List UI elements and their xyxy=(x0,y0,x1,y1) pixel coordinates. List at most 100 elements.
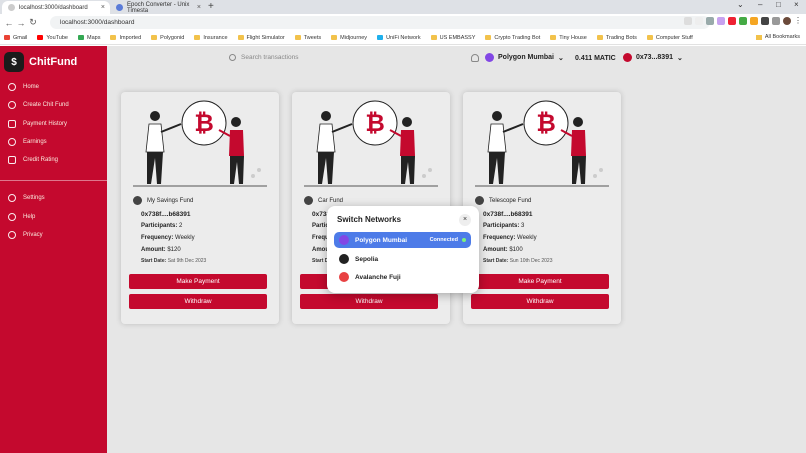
sidebar-item-payment-history[interactable]: Payment History xyxy=(8,120,67,128)
folder-icon xyxy=(430,35,437,40)
search-icon xyxy=(229,54,236,61)
epoch-icon xyxy=(116,4,123,11)
close-icon[interactable]: × xyxy=(459,214,471,226)
bookmark-crypto-trading-bot[interactable]: Crypto Trading Bot xyxy=(485,35,540,41)
bell-icon[interactable] xyxy=(471,54,479,62)
sidebar-item-privacy[interactable]: Privacy xyxy=(8,231,43,239)
close-icon[interactable]: × xyxy=(197,4,201,11)
extension-icon[interactable] xyxy=(739,17,747,25)
sidebar-item-home[interactable]: Home xyxy=(8,83,39,91)
connected-label: Connected xyxy=(429,237,458,243)
amount-row: Amount: $120 xyxy=(141,247,181,253)
new-tab-icon[interactable]: + xyxy=(208,1,214,12)
menu-icon[interactable]: ⋮ xyxy=(794,17,802,25)
address-bar: ← → ↻ localhost:3000/dashboard ⋮ xyxy=(0,14,806,31)
search-input[interactable]: Search transactions xyxy=(241,54,298,61)
all-bookmarks[interactable]: All Bookmarks xyxy=(755,34,800,40)
earnings-icon xyxy=(8,138,16,146)
close-window-icon[interactable]: × xyxy=(794,0,799,9)
brand[interactable]: $ ChitFund xyxy=(4,52,77,72)
network-switch-button[interactable]: Polygon Mumbai ⌄ xyxy=(485,53,564,62)
sidebar-item-help[interactable]: Help xyxy=(8,213,35,221)
fund-header: Telescope Fund xyxy=(475,196,531,205)
maximize-icon[interactable]: □ xyxy=(776,0,781,9)
svg-text:₿: ₿ xyxy=(194,109,214,137)
sidebar-item-earnings[interactable]: Earnings xyxy=(8,138,47,146)
bookmark-imported[interactable]: Imported xyxy=(110,35,141,41)
extension-icon[interactable] xyxy=(706,17,714,25)
bookmark-polygonid[interactable]: Polygonid xyxy=(151,35,184,41)
profile-avatar[interactable] xyxy=(783,17,791,25)
bookmark-flight-simulator[interactable]: Flight Simulator xyxy=(237,35,285,41)
make-payment-button[interactable]: Make Payment xyxy=(471,274,609,289)
metamask-icon[interactable] xyxy=(750,17,758,25)
start-date-row: Start Date: Sat 9th Dec 2023 xyxy=(141,258,207,264)
bookmarks-bar: Gmail YouTube Maps Imported Polygonid In… xyxy=(0,31,806,45)
user-icon xyxy=(475,196,484,205)
fund-address: 0x738f....b68391 xyxy=(141,211,191,218)
participants-row: Participants: 3 xyxy=(483,223,525,229)
fund-header: My Savings Fund xyxy=(133,196,193,205)
chevron-down-icon[interactable]: ⌄ xyxy=(737,0,744,9)
rating-icon xyxy=(8,156,16,164)
extensions: ⋮ xyxy=(684,17,802,25)
account-button[interactable]: 0x73...8391 ⌄ xyxy=(623,53,683,62)
connected-dot-icon xyxy=(462,238,466,242)
maps-icon xyxy=(78,35,84,40)
bookmark-insurance[interactable]: Insurance xyxy=(194,35,228,41)
reload-icon[interactable]: ↻ xyxy=(27,17,39,28)
fund-header: Car Fund xyxy=(304,196,343,205)
bookmark-unifi[interactable]: UniFi Network xyxy=(377,35,421,41)
browser-tab[interactable]: localhost:3000/dashboard × xyxy=(2,1,110,14)
withdraw-button[interactable]: Withdraw xyxy=(129,294,267,309)
amount-row: Amount: $100 xyxy=(483,247,523,253)
network-option-sepolia[interactable]: Sepolia xyxy=(334,251,471,267)
search-bar[interactable]: Search transactions xyxy=(229,54,298,61)
close-icon[interactable]: × xyxy=(101,4,105,11)
make-payment-button[interactable]: Make Payment xyxy=(129,274,267,289)
polygon-icon xyxy=(485,53,494,62)
network-option-polygon-mumbai[interactable]: Polygon Mumbai Connected xyxy=(334,232,471,248)
sidebar-divider xyxy=(0,180,107,181)
gmail-icon xyxy=(4,35,10,40)
network-name: Avalanche Fuji xyxy=(355,273,401,281)
unifi-icon xyxy=(377,35,384,40)
avalanche-icon xyxy=(339,272,349,282)
bookmark-trading-bots[interactable]: Trading Bots xyxy=(596,35,637,41)
svg-text:₿: ₿ xyxy=(365,109,385,137)
bookmark-computer-stuff[interactable]: Computer Stuff xyxy=(646,35,693,41)
bookmark-gmail[interactable]: Gmail xyxy=(4,35,27,41)
extension-icon[interactable] xyxy=(717,17,725,25)
sidebar-item-create-chit-fund[interactable]: Create Chit Fund xyxy=(8,101,69,109)
bookmark-tiny-house[interactable]: Tiny House xyxy=(550,35,587,41)
extension-icon[interactable] xyxy=(728,17,736,25)
youtube-icon xyxy=(37,35,44,40)
sidebar-item-settings[interactable]: Settings xyxy=(8,194,45,202)
fund-illustration: ₿ xyxy=(304,100,438,187)
url-input[interactable]: localhost:3000/dashboard xyxy=(50,16,710,29)
fund-card: ₿ Telescope Fund 0x738f....b68391 Partic… xyxy=(463,92,621,324)
folder-icon xyxy=(237,35,244,40)
star-icon[interactable] xyxy=(695,17,703,25)
forward-icon[interactable]: → xyxy=(15,18,27,28)
bookmark-us-embassy[interactable]: US EMBASSY xyxy=(430,35,475,41)
puzzle-icon[interactable] xyxy=(761,17,769,25)
account-address: 0x73...8391 xyxy=(636,54,673,61)
browser-tab[interactable]: Epoch Converter - Unix Timesta × xyxy=(110,1,206,14)
frequency-row: Frequency: Weekly xyxy=(483,235,537,241)
user-icon xyxy=(133,196,142,205)
bookmark-tweets[interactable]: Tweets xyxy=(294,35,321,41)
bookmark-midjourney[interactable]: Midjourney xyxy=(331,35,367,41)
bookmark-maps[interactable]: Maps xyxy=(78,35,100,41)
share-icon[interactable] xyxy=(684,17,692,25)
sidebar-item-credit-rating[interactable]: Credit Rating xyxy=(8,156,58,164)
withdraw-button[interactable]: Withdraw xyxy=(471,294,609,309)
bookmark-youtube[interactable]: YouTube xyxy=(37,35,68,41)
avatar xyxy=(623,53,632,62)
back-icon[interactable]: ← xyxy=(3,18,15,28)
sidepanel-icon[interactable] xyxy=(772,17,780,25)
withdraw-button[interactable]: Withdraw xyxy=(300,294,438,309)
folder-icon xyxy=(646,35,653,40)
minimize-icon[interactable]: – xyxy=(758,0,762,9)
network-option-avalanche-fuji[interactable]: Avalanche Fuji xyxy=(334,269,471,285)
